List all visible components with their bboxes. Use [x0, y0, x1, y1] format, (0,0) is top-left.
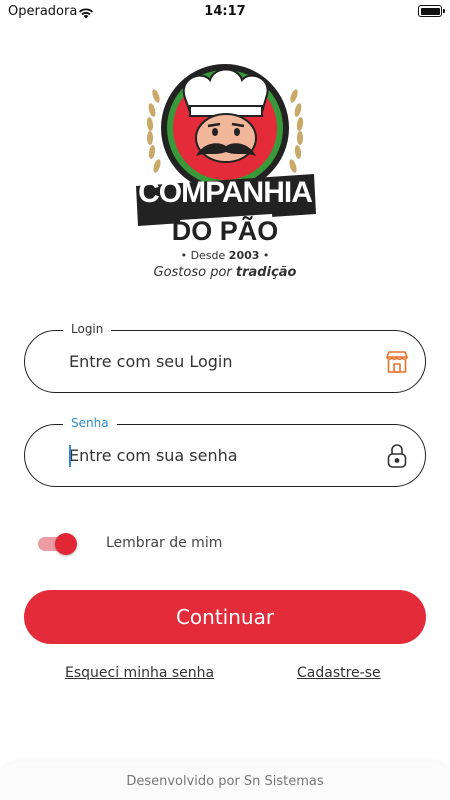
- logo-title-line2: DO PÃO: [171, 216, 279, 246]
- clock: 14:17: [204, 4, 246, 19]
- text-cursor: [69, 445, 71, 467]
- password-input[interactable]: [69, 425, 369, 486]
- remember-me-label: Lembrar de mim: [106, 535, 223, 551]
- continue-button[interactable]: Continuar: [24, 590, 426, 644]
- footer-credit: Desenvolvido por Sn Sistemas: [126, 774, 324, 789]
- register-link[interactable]: Cadastre-se: [297, 665, 381, 681]
- footer: Desenvolvido por Sn Sistemas: [0, 762, 450, 800]
- remember-me-toggle[interactable]: [38, 533, 78, 555]
- toggle-knob: [55, 533, 77, 555]
- logo-tagline: Gostoso por tradição: [153, 265, 297, 280]
- storefront-icon: [383, 348, 411, 376]
- password-field: Senha: [24, 416, 426, 487]
- lock-icon[interactable]: [383, 442, 411, 470]
- login-input[interactable]: [69, 331, 369, 392]
- brand-logo: COMPANHIA DO PÃO • Desde 2003 • Gostoso …: [130, 56, 320, 292]
- logo-title-line1: COMPANHIA: [138, 176, 313, 209]
- forgot-password-link[interactable]: Esqueci minha senha: [65, 665, 214, 681]
- logo-since: • Desde 2003 •: [180, 249, 270, 262]
- status-bar: Operadora 14:17: [0, 0, 450, 24]
- login-field: Login: [24, 322, 426, 393]
- battery-full-icon: [418, 5, 445, 17]
